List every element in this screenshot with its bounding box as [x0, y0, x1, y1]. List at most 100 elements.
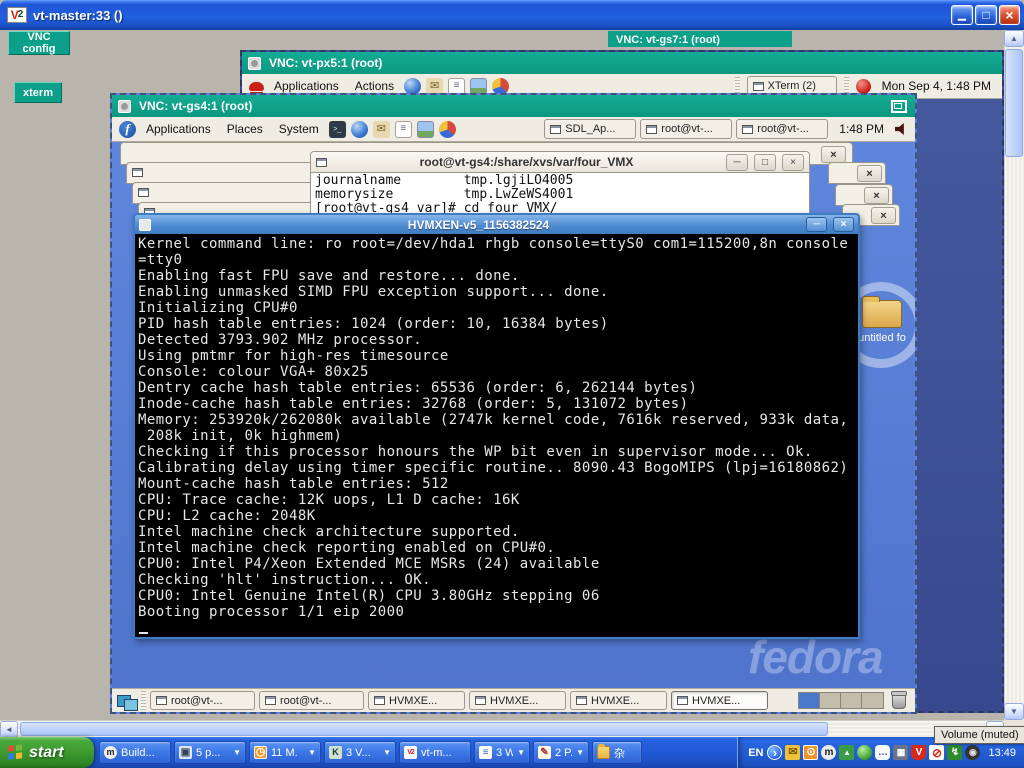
minimize-button[interactable]: ─ [726, 154, 748, 171]
start-button[interactable]: start [0, 737, 94, 768]
workspace-4[interactable] [862, 693, 883, 708]
chevron-down-icon[interactable]: ▼ [383, 748, 391, 757]
vnc-gs4-titlebar[interactable]: VNC: vt-gs4:1 (root) [112, 95, 915, 117]
menu-item[interactable]: System [276, 122, 322, 136]
gs4-clock[interactable]: 1:48 PM [835, 122, 888, 136]
window-icon [646, 125, 657, 134]
xp-task-button[interactable]: 2 P...▼ [533, 741, 589, 764]
launcher-icon[interactable] [426, 78, 443, 95]
gs4-task-button[interactable]: HVMXE... [570, 691, 667, 710]
tray-icon[interactable] [857, 745, 872, 760]
chevron-down-icon[interactable]: ▼ [576, 748, 584, 757]
close-button[interactable] [821, 146, 846, 163]
screen: vt-master:33 () VNC config VNC: vt-gs7:1… [0, 0, 1024, 768]
close-button[interactable] [999, 5, 1020, 25]
language-indicator[interactable]: EN [748, 747, 763, 759]
cascaded-window-fragment[interactable] [835, 184, 893, 206]
minimize-button[interactable] [951, 5, 973, 25]
tray-icon[interactable] [785, 745, 800, 760]
workspace-3[interactable] [841, 693, 862, 708]
tray-icon[interactable] [803, 745, 818, 760]
maximize-button[interactable]: □ [754, 154, 776, 171]
xterm-launcher-button[interactable]: xterm [14, 82, 62, 103]
xp-task-button[interactable]: Build...▼ [99, 741, 171, 764]
chevron-down-icon[interactable]: ▼ [233, 748, 241, 757]
chevron-down-icon[interactable]: ▼ [517, 748, 525, 757]
tray-icon[interactable] [965, 745, 980, 760]
vnc-config-button[interactable]: VNC config [8, 31, 70, 55]
launcher-icon[interactable] [395, 121, 412, 138]
tray-icon[interactable] [929, 745, 944, 760]
gs4-task-button[interactable]: root@vt-... [259, 691, 364, 710]
maximize-button[interactable] [975, 5, 997, 25]
panel-window-button[interactable]: root@vt-... [640, 119, 732, 139]
redhat-menu-icon[interactable] [249, 82, 264, 91]
minimize-button[interactable]: ─ [806, 217, 827, 232]
cascaded-window-fragment[interactable] [126, 162, 326, 184]
launcher-icon[interactable] [373, 121, 390, 138]
close-button[interactable]: × [782, 154, 804, 171]
restore-icon[interactable] [891, 100, 907, 113]
menu-item[interactable]: Applications [143, 122, 214, 136]
taskbar-clock[interactable]: 13:49 [988, 747, 1016, 759]
tray-icon[interactable] [911, 745, 926, 760]
volume-muted-icon[interactable] [895, 123, 908, 135]
master-window-titlebar[interactable]: vt-master:33 () [0, 0, 1024, 30]
launcher-icon[interactable] [417, 121, 434, 138]
panel-grip[interactable] [141, 691, 146, 710]
launcher-icon[interactable] [470, 78, 487, 95]
tray-icon[interactable] [821, 745, 836, 760]
tray-icon[interactable] [893, 745, 908, 760]
vertical-scroll-thumb[interactable] [1005, 49, 1023, 157]
workspace-1[interactable] [799, 693, 820, 708]
gs4-task-button[interactable]: HVMXE... [469, 691, 566, 710]
cascaded-window-fragment[interactable] [132, 182, 326, 204]
tray-icon[interactable] [767, 745, 782, 760]
xp-task-button[interactable]: 3 W...▼ [474, 741, 530, 764]
gs4-task-button[interactable]: HVMXE... [671, 691, 768, 710]
panel-window-button[interactable]: SDL_Ap... [544, 119, 636, 139]
horizontal-scrollbar[interactable]: ◄ ► [0, 720, 1004, 737]
tray-icon[interactable] [875, 745, 890, 760]
close-button[interactable]: × [833, 217, 854, 232]
launcher-icon[interactable] [351, 121, 368, 138]
px5-clock[interactable]: Mon Sep 4, 1:48 PM [878, 79, 995, 93]
launcher-icon[interactable] [448, 78, 465, 95]
scroll-left-button[interactable]: ◄ [0, 721, 18, 737]
launcher-icon[interactable] [404, 78, 421, 95]
menu-item[interactable]: Applications [271, 79, 342, 93]
horizontal-scroll-thumb[interactable] [20, 722, 828, 736]
gs4-task-button[interactable]: root@vt-... [150, 691, 255, 710]
xp-task-button[interactable]: 11 M.▼ [249, 741, 321, 764]
panel-window-button[interactable]: root@vt-... [736, 119, 828, 139]
scroll-up-button[interactable]: ▲ [1004, 30, 1024, 47]
chevron-down-icon[interactable]: ▼ [308, 748, 316, 757]
four-vmx-titlebar[interactable]: root@vt-gs4:/share/xvs/var/four_VMX ─ □ … [310, 151, 810, 173]
menu-item[interactable]: Actions [352, 79, 397, 93]
tray-icon[interactable] [947, 745, 962, 760]
close-button[interactable] [871, 207, 896, 224]
trash-icon[interactable] [892, 693, 906, 709]
launcher-icon[interactable] [439, 121, 456, 138]
clock-applet-icon[interactable] [856, 79, 871, 94]
gs4-task-button[interactable]: HVMXE... [368, 691, 465, 710]
vertical-scrollbar[interactable]: ▲ ▼ [1004, 30, 1024, 720]
scroll-down-button[interactable]: ▼ [1004, 703, 1024, 720]
launcher-icon[interactable] [329, 121, 346, 138]
xp-task-button[interactable]: vt-m...▼ [399, 741, 471, 764]
vnc-px5-titlebar[interactable]: VNC: vt-px5:1 (root) [242, 52, 1002, 74]
xp-task-button[interactable]: 3 V...▼ [324, 741, 396, 764]
xp-task-button[interactable]: 5 p...▼ [174, 741, 246, 764]
tray-icon[interactable] [839, 745, 854, 760]
workspace-2[interactable] [820, 693, 841, 708]
xp-task-button[interactable]: 杂▼ [592, 741, 642, 764]
workspace-switcher-icon[interactable] [117, 693, 137, 709]
cascaded-window-fragment[interactable] [828, 162, 886, 184]
menu-item[interactable]: Places [224, 122, 266, 136]
fedora-menu-icon[interactable] [119, 121, 136, 138]
hvmxen-v5-titlebar[interactable]: HVMXEN-v5_1156382524 ─ × [135, 215, 858, 234]
close-button[interactable] [857, 165, 882, 182]
launcher-icon[interactable] [492, 78, 509, 95]
vnc-gs7-window-titlebar[interactable]: VNC: vt-gs7:1 (root) [608, 31, 792, 47]
close-button[interactable] [864, 187, 889, 204]
